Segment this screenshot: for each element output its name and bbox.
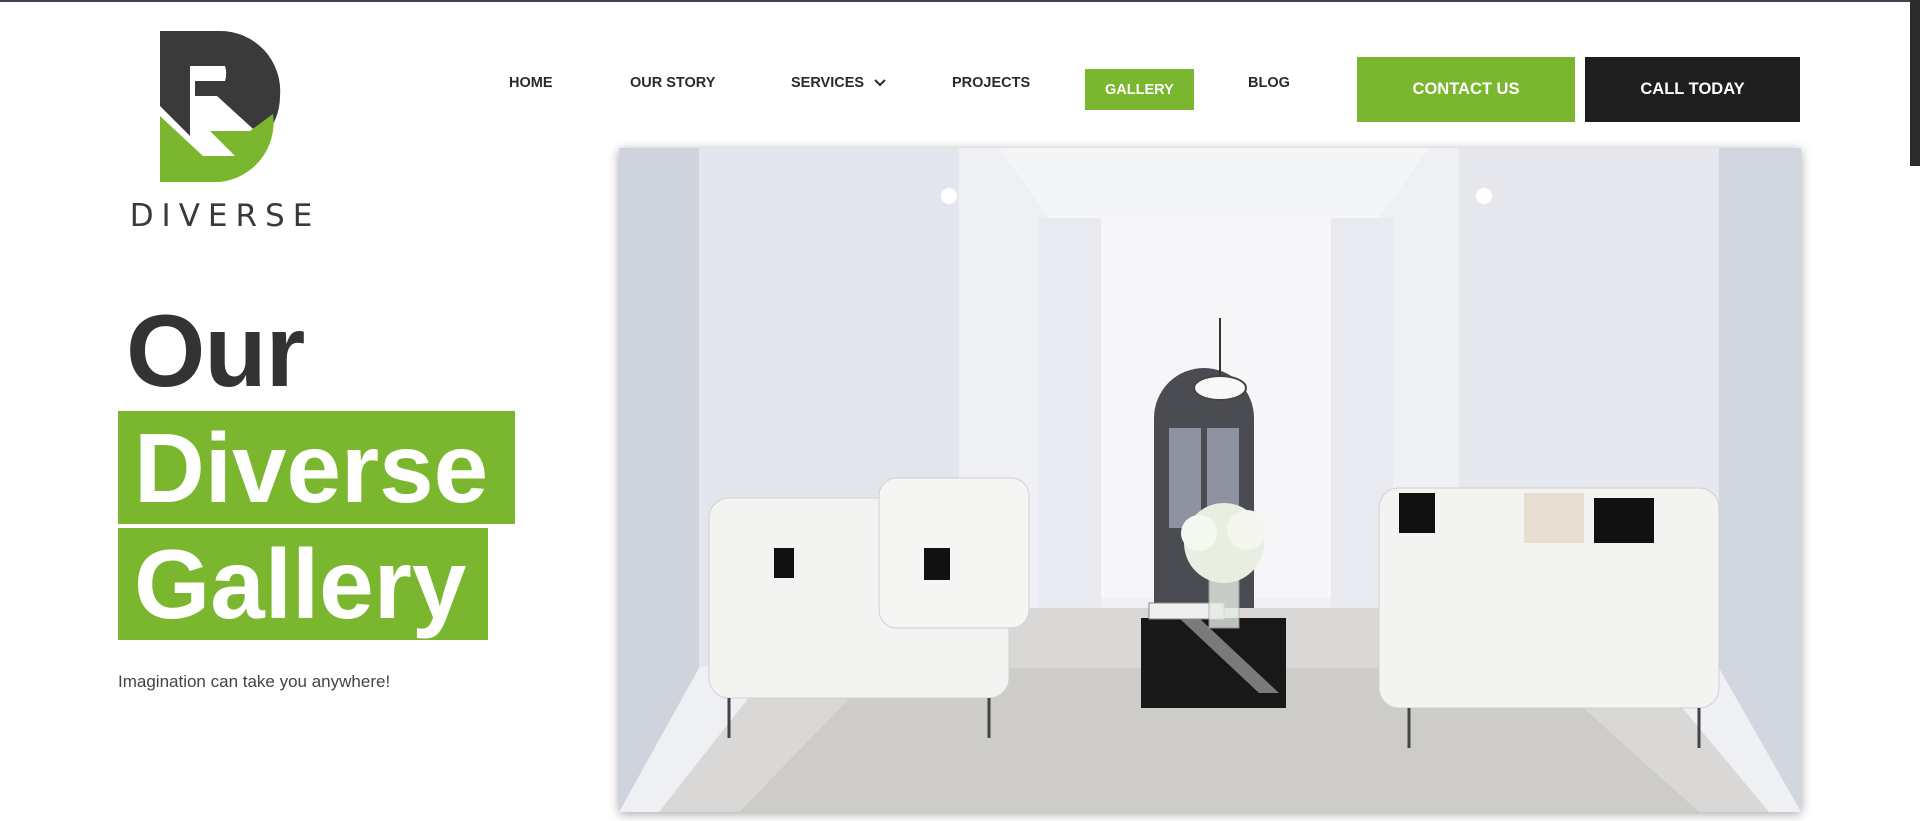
heading-line-gallery: Gallery (118, 528, 488, 640)
nav-services-label: SERVICES (791, 74, 865, 91)
nav-projects[interactable]: PROJECTS (952, 55, 1030, 110)
nav-gallery[interactable]: GALLERY (1085, 69, 1194, 110)
diverse-logo-icon (160, 30, 281, 182)
logo-wordmark: DIVERSE (129, 198, 321, 234)
contact-us-button[interactable]: CONTACT US (1357, 57, 1575, 122)
hero-tagline: Imagination can take you anywhere! (118, 672, 391, 691)
heading-line-diverse: Diverse (118, 411, 515, 524)
chevron-down-icon[interactable] (874, 75, 886, 91)
top-border (0, 0, 1920, 2)
call-today-button[interactable]: CALL TODAY (1585, 57, 1800, 122)
site-logo[interactable]: DIVERSE (125, 26, 325, 236)
gallery-photo-living-room[interactable] (619, 148, 1801, 812)
heading-line-our: Our (126, 294, 305, 408)
nav-services[interactable]: SERVICES (791, 55, 886, 110)
nav-home[interactable]: HOME (509, 55, 553, 110)
scrollbar-thumb[interactable] (1910, 0, 1920, 166)
nav-our-story[interactable]: OUR STORY (630, 55, 715, 110)
nav-blog[interactable]: BLOG (1248, 55, 1290, 110)
